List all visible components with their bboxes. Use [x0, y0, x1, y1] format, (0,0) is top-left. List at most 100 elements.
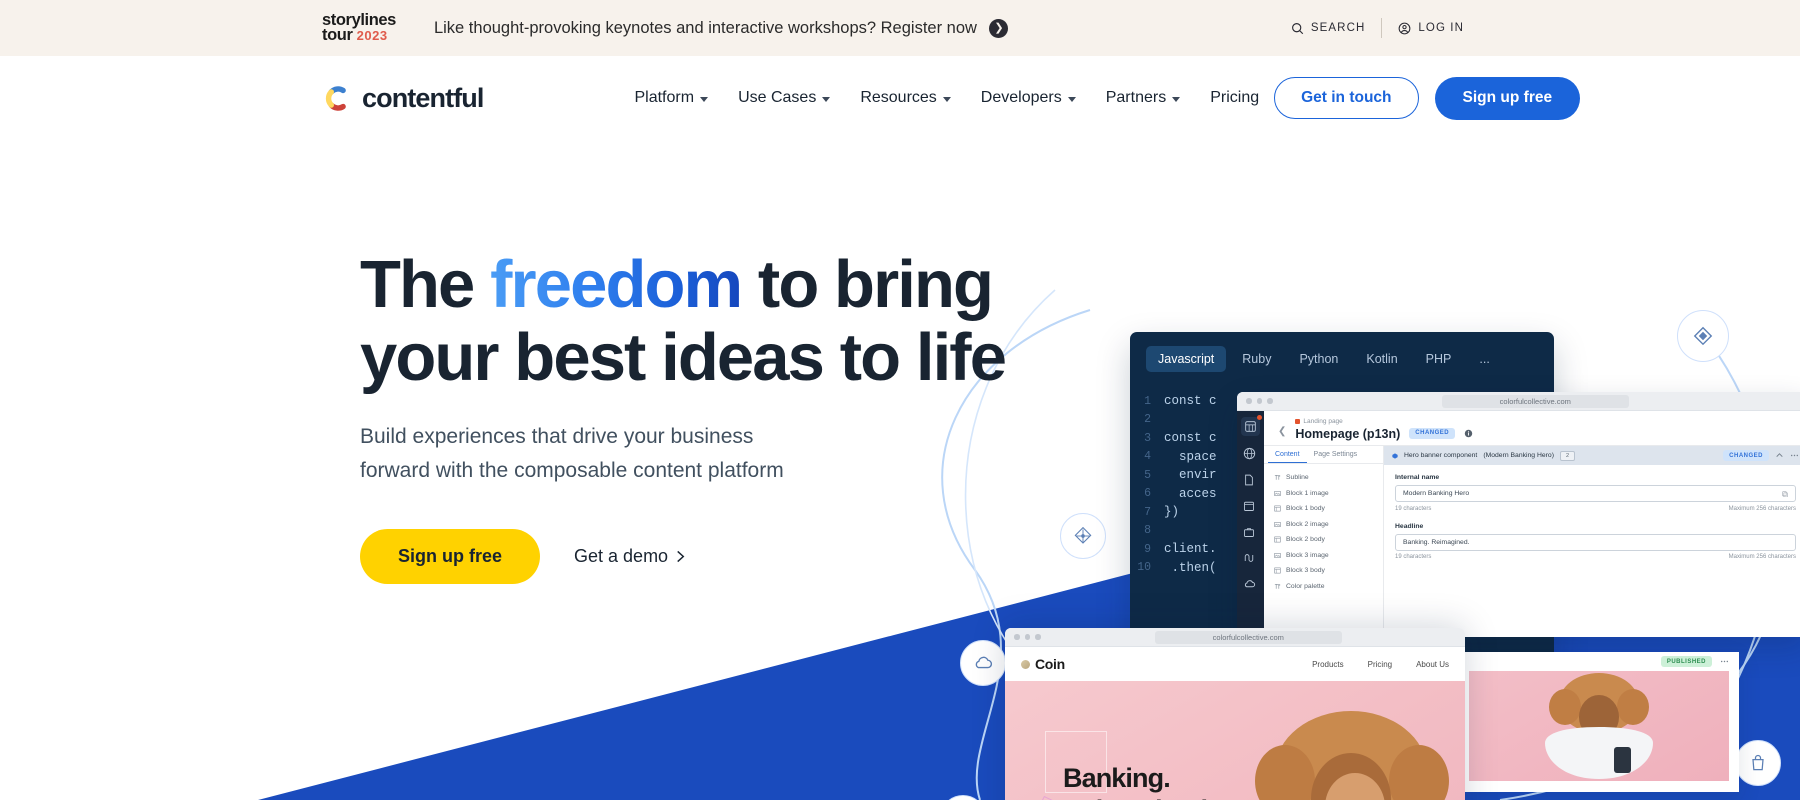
coin-nav-about-us[interactable]: About Us	[1416, 660, 1449, 669]
nav-item-resources[interactable]: Resources	[845, 81, 965, 115]
app-sidebar-rail	[1237, 411, 1264, 637]
nav-item-partners[interactable]: Partners	[1091, 81, 1195, 115]
address-bar[interactable]: colorfulcollective.com	[1441, 394, 1629, 408]
ellipsis-icon[interactable]	[1720, 657, 1729, 666]
maximize-icon[interactable]	[1035, 634, 1041, 640]
nav-item-platform[interactable]: Platform	[619, 81, 723, 115]
headline-max: Maximum 256 characters	[1728, 554, 1796, 560]
headline-field[interactable]: Banking. Reimagined.	[1395, 533, 1796, 551]
info-icon[interactable]	[1464, 429, 1473, 438]
search-link[interactable]: SEARCH	[1275, 22, 1382, 35]
entry-header: ❮ Landing page Homepage (p13n) CHANGED	[1264, 411, 1800, 446]
coin-hero-line-2: Reimagined.	[1063, 795, 1215, 800]
field-item-block-3-body[interactable]: Block 3 body	[1274, 563, 1383, 579]
nav-item-developers[interactable]: Developers	[966, 81, 1091, 115]
component-banner-subtitle: (Modern Banking Hero)	[1483, 452, 1554, 459]
component-count-badge: 2	[1559, 450, 1576, 461]
code-language-tabs: Javascript Ruby Python Kotlin PHP ...	[1130, 332, 1554, 382]
minimize-icon[interactable]	[1256, 398, 1262, 404]
hero-section: The freedom to bring your best ideas to …	[0, 140, 1800, 800]
cloud-icon	[975, 656, 993, 669]
coin-nav-pricing[interactable]: Pricing	[1368, 660, 1392, 669]
cloud-upload-icon[interactable]	[1243, 577, 1258, 592]
line-number: 9	[1144, 542, 1151, 556]
back-chevron-icon[interactable]: ❮	[1278, 426, 1286, 437]
document-icon[interactable]	[1243, 473, 1258, 488]
coin-nav-products[interactable]: Products	[1312, 660, 1344, 669]
line-text: client.	[1164, 542, 1217, 557]
get-in-touch-button[interactable]: Get in touch	[1274, 77, 1419, 119]
hero-actions: Sign up free Get a demo	[360, 529, 1060, 585]
close-icon[interactable]	[1246, 398, 1252, 404]
field-item-subline[interactable]: Subline	[1274, 470, 1383, 486]
get-a-demo-label: Get a demo	[574, 546, 669, 567]
headline-value: Banking. Reimagined.	[1403, 538, 1470, 546]
tab-content[interactable]: Content	[1268, 446, 1307, 463]
code-tab-more[interactable]: ...	[1467, 346, 1501, 372]
code-tab-ruby[interactable]: Ruby	[1230, 346, 1283, 372]
chevron-down-icon	[1172, 96, 1181, 102]
nav-item-pricing[interactable]: Pricing	[1195, 81, 1274, 115]
announcement-message-link[interactable]: Like thought-provoking keynotes and inte…	[433, 18, 1008, 38]
code-tab-javascript[interactable]: Javascript	[1146, 346, 1227, 372]
flow-icon[interactable]	[1243, 551, 1258, 566]
field-label: Block 1 body	[1286, 505, 1325, 513]
tab-page-settings[interactable]: Page Settings	[1307, 446, 1365, 463]
notification-badge	[1257, 415, 1262, 420]
ellipsis-icon[interactable]	[1790, 451, 1799, 460]
internal-name-field[interactable]: Modern Banking Hero	[1395, 485, 1796, 502]
field-label: Block 3 image	[1286, 551, 1329, 559]
apps-grid-icon[interactable]	[1241, 415, 1262, 436]
text-icon	[1274, 475, 1281, 480]
line-number: 8	[1144, 524, 1151, 538]
line-text: envir	[1164, 468, 1217, 483]
field-item-color-palette[interactable]: Color palette	[1274, 579, 1383, 595]
close-icon[interactable]	[1014, 634, 1020, 640]
line-number: 10	[1137, 561, 1151, 575]
minimize-icon[interactable]	[1024, 634, 1030, 640]
announcement-message-text: Like thought-provoking keynotes and inte…	[433, 18, 977, 37]
maximize-icon[interactable]	[1267, 398, 1273, 404]
published-badge: PUBLISHED	[1660, 656, 1712, 667]
field-item-block-2-body[interactable]: Block 2 body	[1274, 532, 1383, 548]
media-icon[interactable]	[1243, 499, 1258, 514]
coin-hero-line-1: Banking.	[1063, 763, 1171, 793]
field-item-block-1-image[interactable]: Block 1 image	[1274, 486, 1383, 502]
headline-part-2: to bring	[741, 247, 994, 322]
hero-sign-up-free-button[interactable]: Sign up free	[360, 529, 541, 585]
field-item-block-3-image[interactable]: Block 3 image	[1274, 548, 1383, 564]
coin-address-bar[interactable]: colorfulcollective.com	[1154, 630, 1342, 644]
status-badge: CHANGED	[1409, 427, 1456, 439]
chevron-up-icon[interactable]	[1775, 451, 1784, 460]
line-text: const c	[1164, 394, 1217, 409]
code-tab-kotlin[interactable]: Kotlin	[1354, 346, 1409, 372]
nav-sign-up-free-button[interactable]: Sign up free	[1434, 76, 1581, 120]
coin-logo[interactable]: Coin	[1021, 656, 1065, 672]
form-column: Hero banner component (Modern Banking He…	[1384, 446, 1800, 637]
component-icon	[1392, 452, 1398, 459]
code-tab-python[interactable]: Python	[1287, 346, 1350, 372]
globe-icon[interactable]	[1243, 447, 1258, 462]
nav-item-use-cases[interactable]: Use Cases	[723, 81, 845, 115]
headline-label: Headline	[1395, 522, 1424, 530]
headline-part-1: The	[360, 247, 491, 322]
line-number: 6	[1144, 487, 1151, 501]
browser-chrome: colorfulcollective.com	[1237, 392, 1800, 411]
image-icon	[1274, 552, 1281, 558]
briefcase-icon[interactable]	[1243, 525, 1258, 540]
fields-column: Content Page Settings Subline Block 1 im…	[1264, 446, 1384, 637]
line-text: })	[1164, 505, 1180, 520]
storylines-logo-year: 2023	[356, 28, 388, 43]
hero-subhead-line-2: forward with the composable content plat…	[360, 458, 784, 482]
code-tab-php[interactable]: PHP	[1414, 346, 1464, 372]
get-a-demo-link[interactable]: Get a demo	[574, 546, 685, 567]
field-item-block-1-body[interactable]: Block 1 body	[1274, 501, 1383, 517]
field-item-block-2-image[interactable]: Block 2 image	[1274, 517, 1383, 533]
nav-item-platform-label: Platform	[634, 89, 695, 106]
network-badge	[1060, 513, 1106, 559]
announcement-bar: storylines tour 2023 Like thought-provok…	[0, 0, 1800, 56]
contentful-logo[interactable]: contentful	[322, 83, 484, 114]
copy-icon[interactable]	[1782, 491, 1788, 497]
line-number: 7	[1144, 505, 1151, 519]
login-link[interactable]: LOG IN	[1382, 22, 1480, 35]
